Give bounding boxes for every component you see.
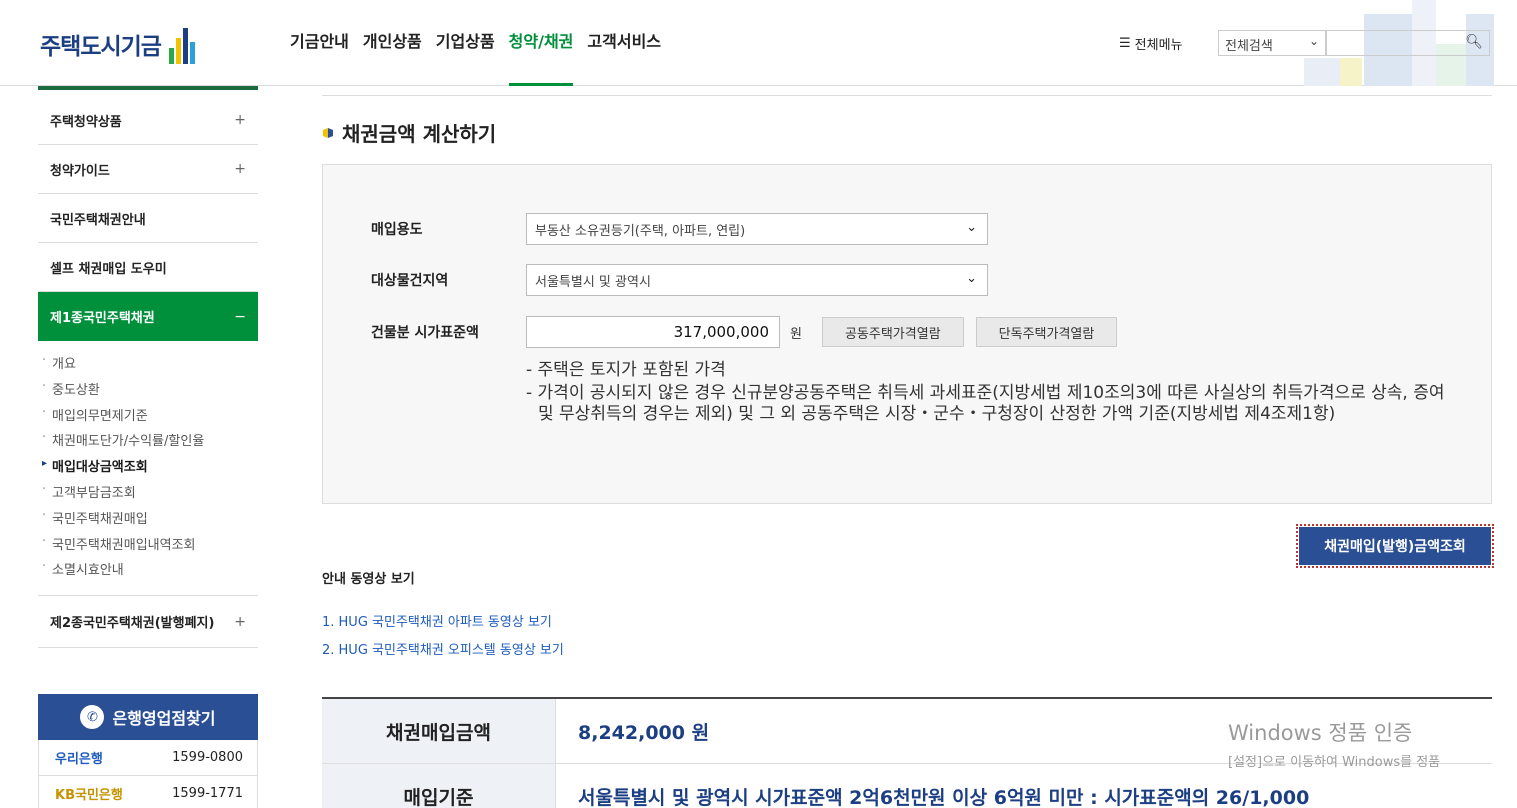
price-unit: 원 xyxy=(790,326,802,342)
bank-row[interactable]: 우리은행 1599-0800 xyxy=(38,740,258,776)
sidebar-item-bond-guide[interactable]: 국민주택채권안내 xyxy=(38,194,258,243)
search-scope-select[interactable]: 전체검색 ⌄ xyxy=(1218,30,1326,56)
logo-text: 주택도시기금 xyxy=(40,34,162,60)
calculator-form: 매입용도 부동산 소유권등기(주택, 아파트, 연립) ⌄ 대상물건지역 서울특… xyxy=(322,164,1492,504)
expand-icon: + xyxy=(234,112,246,128)
branch-finder-header[interactable]: ✆︎ 은행영업점찾기 xyxy=(38,694,258,740)
chevron-down-icon: ⌄ xyxy=(966,220,977,235)
nav-item-corporate-products[interactable]: 기업상품 xyxy=(436,28,495,86)
collapse-icon: − xyxy=(234,308,246,325)
search-input[interactable]: 🔍︎ xyxy=(1326,30,1490,56)
purpose-value: 부동산 소유권등기(주택, 아파트, 연립) xyxy=(535,224,746,239)
submenu-item-overview[interactable]: 개요 xyxy=(38,353,258,379)
note-line: - 주택은 토지가 포함된 가격 xyxy=(526,360,726,380)
submenu-item-sale-price[interactable]: 채권매도단가/수익률/할인율 xyxy=(38,430,258,456)
submenu-item-early-repayment[interactable]: 중도상환 xyxy=(38,379,258,405)
sidebar-item-label: 제1종국민주택채권 xyxy=(50,311,155,326)
sidebar: 주택청약상품 + 청약가이드 + 국민주택채권안내 셀프 채권매입 도우미 제1… xyxy=(38,86,258,649)
price-notes: - 주택은 토지가 포함된 가격 - 가격이 공시되지 않은 경우 신규분양공동… xyxy=(526,360,1446,427)
region-label: 대상물건지역 xyxy=(371,273,449,289)
sidebar-item-subscription-guide[interactable]: 청약가이드 + xyxy=(38,145,258,194)
search-icon[interactable]: 🔍︎ xyxy=(1465,34,1483,50)
nav-item-fund-info[interactable]: 기금안내 xyxy=(290,28,349,86)
branch-finder: ✆︎ 은행영업점찾기 우리은행 1599-0800 KB국민은행 1599-17… xyxy=(38,694,258,808)
search-scope-value: 전체검색 xyxy=(1225,39,1273,54)
result-row-basis: 매입기준 서울특별시 및 광역시 시가표준액 2억6천만원 이상 6억원 미만 … xyxy=(322,764,1492,808)
purpose-row: 매입용도 부동산 소유권등기(주택, 아파트, 연립) ⌄ xyxy=(371,213,988,245)
video-link-apartment[interactable]: 1. HUG 국민주택채권 아파트 동영상 보기 xyxy=(322,611,552,630)
title-bullet-icon xyxy=(323,127,333,138)
global-nav: 기금안내 개인상품 기업상품 청약/채권 고객서비스 xyxy=(290,28,661,86)
apartment-price-button[interactable]: 공동주택가격열람 xyxy=(821,317,964,347)
hamburger-icon: ☰ xyxy=(1119,36,1131,51)
sidebar-item-housing-subscription[interactable]: 주택청약상품 + xyxy=(38,96,258,145)
sidebar-top-bar xyxy=(38,86,258,96)
purpose-select[interactable]: 부동산 소유권등기(주택, 아파트, 연립) ⌄ xyxy=(526,213,988,245)
nav-item-subscription-bonds[interactable]: 청약/채권 xyxy=(508,28,573,86)
chevron-down-icon: ⌄ xyxy=(1308,34,1319,48)
sidebar-item-label: 청약가이드 xyxy=(50,163,110,179)
purpose-label: 매입용도 xyxy=(371,222,423,238)
page-root: { "header": { "logo_text": "주택도시기금", "na… xyxy=(0,0,1517,808)
site-logo[interactable]: 주택도시기금 xyxy=(40,24,195,64)
region-select[interactable]: 서울특별시 및 광역시 ⌄ xyxy=(526,264,988,296)
divider xyxy=(322,95,1492,96)
bond-amount-search-button[interactable]: 채권매입(발행)금액조회 xyxy=(1296,524,1494,568)
watermark-title: Windows 정품 인증 xyxy=(1228,721,1413,745)
bank-row[interactable]: KB국민은행 1599-1771 xyxy=(38,776,258,808)
watermark-subtitle: [설정]으로 이동하여 Windows를 정품 xyxy=(1228,755,1441,770)
phone-icon: ✆︎ xyxy=(80,705,105,729)
result-basis-value: 서울특별시 및 광역시 시가표준액 2억6천만원 이상 6억원 미만 : 시가표… xyxy=(578,786,1310,808)
bank-phone: 1599-0800 xyxy=(172,750,243,765)
chevron-down-icon: ⌄ xyxy=(966,271,977,286)
price-row: 건물분 시가표준액 317,000,000 원 공동주택가격열람 단독주택가격열… xyxy=(371,316,1118,348)
all-menu-button[interactable]: ☰ 전체메뉴 xyxy=(1119,34,1183,53)
expand-icon: + xyxy=(234,161,246,177)
nav-item-personal-products[interactable]: 개인상품 xyxy=(363,28,422,86)
submenu-item-purchase-history[interactable]: 국민주택채권매입내역조회 xyxy=(38,534,258,560)
sidebar-submenu: 개요 중도상환 매입의무면제기준 채권매도단가/수익률/할인율 매입대상금액조회… xyxy=(38,341,258,597)
page-title-text: 채권금액 계산하기 xyxy=(342,122,497,146)
submenu-item-bond-purchase[interactable]: 국민주택채권매입 xyxy=(38,508,258,534)
submenu-item-customer-charge[interactable]: 고객부담금조회 xyxy=(38,482,258,508)
sidebar-item-label: 주택청약상품 xyxy=(50,114,122,130)
sidebar-item-label: 셀프 채권매입 도우미 xyxy=(50,261,167,277)
branch-finder-title: 은행영업점찾기 xyxy=(112,709,216,728)
house-price-button[interactable]: 단독주택가격열람 xyxy=(975,317,1118,347)
video-section-title: 안내 동영상 보기 xyxy=(322,572,415,587)
nav-item-customer-service[interactable]: 고객서비스 xyxy=(587,28,661,86)
sidebar-item-type2-bond[interactable]: 제2종국민주택채권(발행폐지) + xyxy=(38,596,258,649)
windows-activation-watermark: Windows 정품 인증 [설정]으로 이동하여 Windows를 정품 xyxy=(1228,717,1440,770)
note-line: - 가격이 공시되지 않은 경우 신규분양공동주택은 취득세 과세표준(지방세법… xyxy=(526,383,1445,424)
price-label: 건물분 시가표준액 xyxy=(371,325,479,341)
result-basis-label: 매입기준 xyxy=(322,764,556,808)
all-menu-label: 전체메뉴 xyxy=(1134,38,1183,53)
sidebar-item-label: 국민주택채권안내 xyxy=(50,212,146,228)
result-amount-label: 채권매입금액 xyxy=(322,699,556,763)
region-row: 대상물건지역 서울특별시 및 광역시 ⌄ xyxy=(371,264,988,296)
video-link-officetel[interactable]: 2. HUG 국민주택채권 오피스텔 동영상 보기 xyxy=(322,639,564,658)
site-header: 주택도시기금 기금안내 개인상품 기업상품 청약/채권 고객서비스 ☰ 전체메뉴… xyxy=(0,0,1517,86)
submenu-item-target-amount[interactable]: 매입대상금액조회 xyxy=(38,456,258,482)
price-input[interactable]: 317,000,000 xyxy=(526,316,780,348)
bank-phone: 1599-1771 xyxy=(172,786,243,801)
sidebar-item-label: 제2종국민주택채권(발행폐지) xyxy=(50,616,215,632)
sidebar-item-type1-bond[interactable]: 제1종국민주택채권 − xyxy=(38,292,258,341)
page-title: 채권금액 계산하기 xyxy=(322,118,496,147)
bank-name: KB국민은행 xyxy=(55,788,123,803)
submenu-item-exemption[interactable]: 매입의무면제기준 xyxy=(38,405,258,431)
region-value: 서울특별시 및 광역시 xyxy=(535,275,651,290)
logo-mark-icon xyxy=(168,24,195,64)
submenu-item-prescription[interactable]: 소멸시효안내 xyxy=(38,559,258,585)
bank-name: 우리은행 xyxy=(55,752,103,767)
sidebar-item-self-bond-helper[interactable]: 셀프 채권매입 도우미 xyxy=(38,243,258,292)
expand-icon: + xyxy=(234,613,246,630)
